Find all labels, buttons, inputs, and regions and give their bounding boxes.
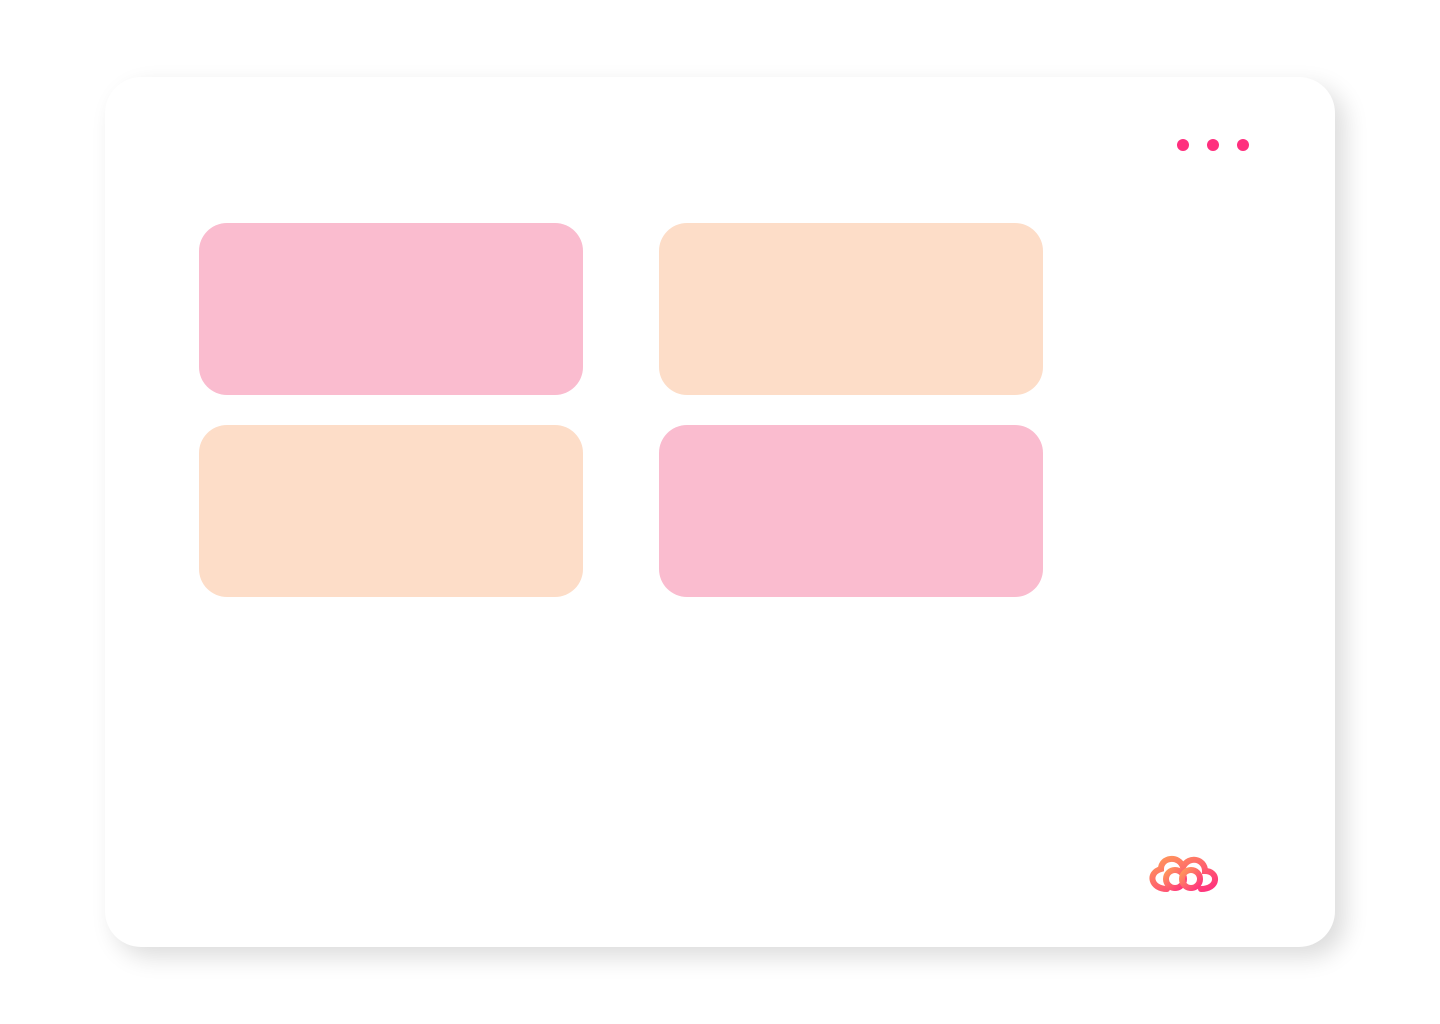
tile-after-recovery xyxy=(659,425,1043,597)
brand xyxy=(1139,849,1249,899)
dot-icon xyxy=(1237,139,1249,151)
tile-before-recovery xyxy=(659,223,1043,395)
row-before xyxy=(199,223,1043,395)
dot-icon xyxy=(1207,139,1219,151)
cloud-logo-icon xyxy=(1139,849,1227,899)
tile-after-primary xyxy=(199,425,583,597)
diagram-grid xyxy=(199,223,1043,597)
row-after xyxy=(199,425,1043,597)
tile-before-primary xyxy=(199,223,583,395)
dot-icon xyxy=(1177,139,1189,151)
menu-dots-icon[interactable] xyxy=(1177,139,1249,151)
diagram-card xyxy=(105,77,1335,947)
